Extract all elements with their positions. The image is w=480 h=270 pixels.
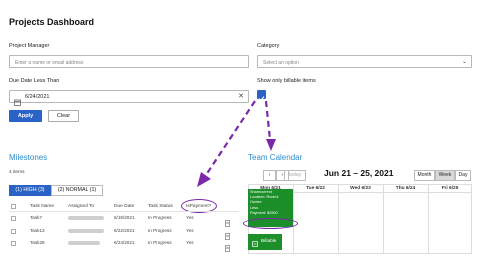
annotation-arrow-to-calendar [264,100,272,141]
annotation-arrowhead [266,139,276,151]
annotation-arrow-to-column [205,100,256,176]
annotation-arrowhead [197,172,211,187]
annotation-arrows [197,100,276,187]
